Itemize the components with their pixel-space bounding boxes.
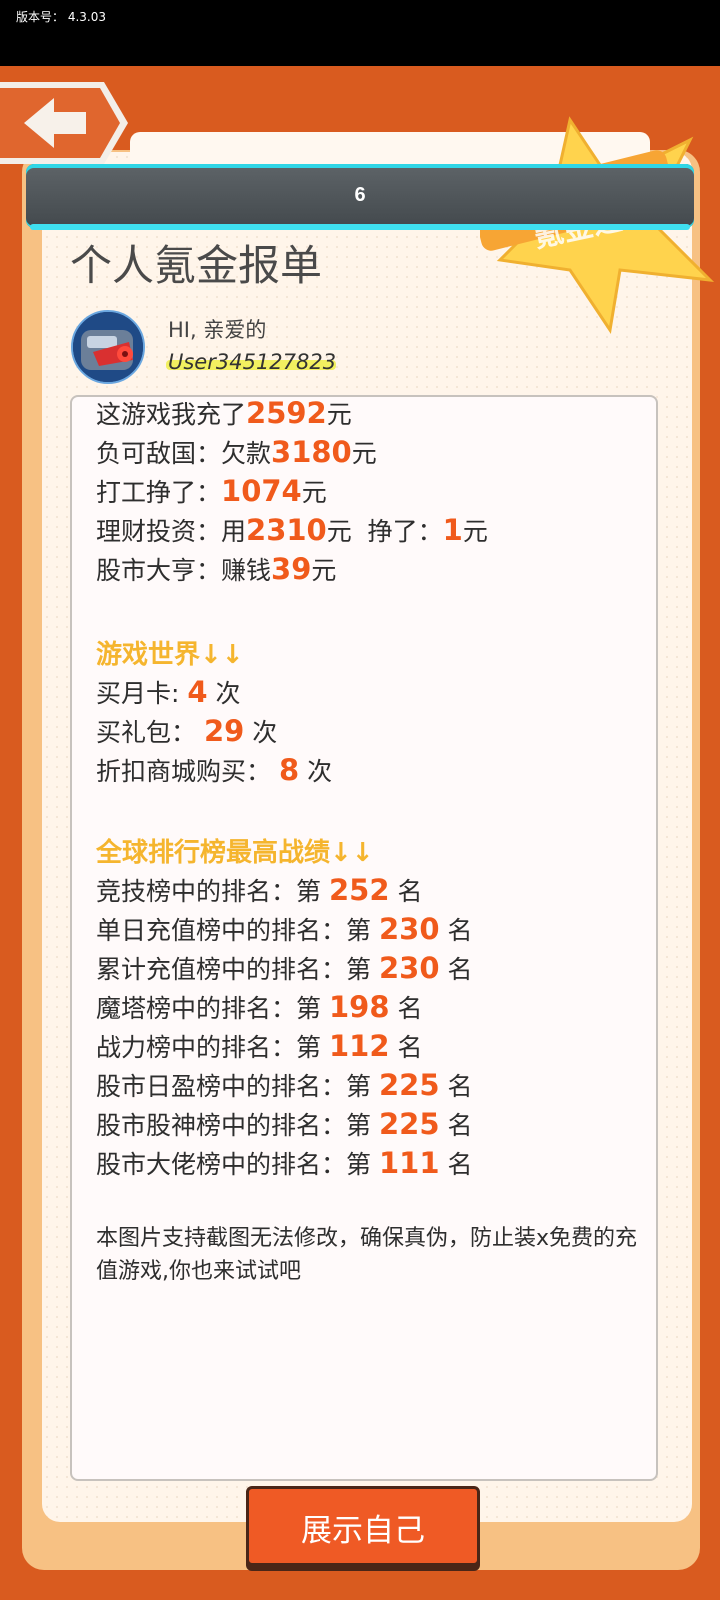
stock-label: 股市大亨：赚钱 — [96, 556, 272, 585]
monthly-card-value: 4 — [187, 675, 208, 709]
show-myself-label: 展示自己 — [301, 1513, 425, 1549]
stock-value: 39 — [271, 552, 312, 586]
debt-value: 3180 — [271, 435, 352, 469]
username: User345127823 — [168, 350, 337, 374]
ranking-unit: 名 — [447, 1150, 473, 1179]
arrow-left-icon — [0, 82, 128, 164]
ranking-value: 112 — [328, 1029, 390, 1063]
ranking-value: 252 — [328, 873, 390, 907]
header-number: 6 — [354, 184, 366, 206]
ranking-row: 累计充值榜中的排名：第 230 名 — [96, 950, 472, 986]
ranking-unit: 名 — [397, 877, 423, 906]
robot-avatar-icon — [73, 312, 143, 382]
work-line: 打工挣了：1074元 — [96, 473, 327, 509]
ranking-row: 股市股神榜中的排名：第 225 名 — [96, 1106, 472, 1142]
ranking-value: 225 — [378, 1107, 440, 1141]
ranking-unit: 名 — [447, 1072, 473, 1101]
work-unit: 元 — [301, 478, 327, 507]
recharge-line: 这游戏我充了2592元 — [96, 395, 352, 431]
work-value: 1074 — [221, 474, 302, 508]
ranking-unit: 名 — [447, 955, 473, 984]
gift-pack-line: 买礼包： 29 次 — [96, 713, 277, 749]
ranking-row: 股市大佬榜中的排名：第 111 名 — [96, 1145, 472, 1181]
version-label: 版本号： 4.3.03 — [16, 8, 106, 25]
gift-pack-value: 29 — [203, 714, 245, 748]
ranking-title: 全球排行榜最高战绩↓↓ — [96, 838, 374, 868]
ranking-unit: 名 — [397, 994, 423, 1023]
show-myself-button[interactable]: 展示自己 — [246, 1486, 480, 1566]
discount-shop-line: 折扣商城购买： 8 次 — [96, 752, 332, 788]
game-world-title: 游戏世界↓↓ — [96, 640, 244, 670]
monthly-card-unit: 次 — [215, 679, 241, 708]
ranking-unit: 名 — [447, 916, 473, 945]
ranking-value: 225 — [378, 1068, 440, 1102]
ranking-row: 股市日盈榜中的排名：第 225 名 — [96, 1067, 472, 1103]
debt-label: 负可敌国：欠款 — [96, 439, 272, 468]
discount-shop-label: 折扣商城购买： — [96, 757, 272, 786]
recharge-unit: 元 — [326, 400, 352, 429]
invest-profit-value: 1 — [442, 513, 463, 547]
ranking-value: 198 — [328, 990, 390, 1024]
ranking-label: 股市股神榜中的排名：第 — [96, 1111, 372, 1140]
discount-shop-value: 8 — [278, 753, 300, 787]
ranking-row: 竞技榜中的排名：第 252 名 — [96, 872, 422, 908]
ranking-label: 股市日盈榜中的排名：第 — [96, 1072, 372, 1101]
ranking-unit: 名 — [397, 1033, 423, 1062]
ranking-label: 股市大佬榜中的排名：第 — [96, 1150, 372, 1179]
debt-line: 负可敌国：欠款3180元 — [96, 434, 377, 470]
greeting-text: HI, 亲爱的 — [168, 318, 267, 342]
ranking-label: 魔塔榜中的排名：第 — [96, 994, 322, 1023]
monthly-card-label: 买月卡: — [96, 679, 180, 708]
ranking-row: 战力榜中的排名：第 112 名 — [96, 1028, 422, 1064]
stock-line: 股市大亨：赚钱39元 — [96, 551, 336, 587]
invest-value: 2310 — [246, 513, 327, 547]
ranking-label: 战力榜中的排名：第 — [96, 1033, 322, 1062]
ranking-label: 竞技榜中的排名：第 — [96, 877, 322, 906]
avatar[interactable] — [71, 310, 145, 384]
ranking-row: 单日充值榜中的排名：第 230 名 — [96, 911, 472, 947]
work-label: 打工挣了： — [96, 478, 222, 507]
footnote: 本图片支持截图无法修改，确保真伪，防止装x免费的充值游戏,你也来试试吧 — [96, 1226, 638, 1284]
gift-pack-unit: 次 — [252, 718, 278, 747]
recharge-label: 这游戏我充了 — [96, 400, 247, 429]
ranking-row: 魔塔榜中的排名：第 198 名 — [96, 989, 422, 1025]
debt-unit: 元 — [351, 439, 377, 468]
version-value: 4.3.03 — [67, 10, 107, 24]
invest-mid-label: 元 挣了： — [326, 517, 443, 546]
version-label-text: 版本号： — [16, 10, 65, 24]
gift-pack-label: 买礼包： — [96, 718, 197, 747]
back-button[interactable] — [0, 80, 132, 166]
invest-label: 理财投资：用 — [96, 517, 247, 546]
recharge-value: 2592 — [246, 396, 327, 430]
monthly-card-line: 买月卡: 4 次 — [96, 674, 241, 710]
invest-line: 理财投资：用2310元 挣了：1元 — [96, 512, 488, 548]
ranking-label: 累计充值榜中的排名：第 — [96, 955, 372, 984]
ranking-value: 230 — [378, 951, 440, 985]
page-title: 个人氪金报单 — [70, 241, 323, 290]
ranking-label: 单日充值榜中的排名：第 — [96, 916, 372, 945]
ranking-unit: 名 — [447, 1111, 473, 1140]
invest-unit: 元 — [462, 517, 488, 546]
stock-unit: 元 — [311, 556, 337, 585]
ranking-value: 230 — [378, 912, 440, 946]
discount-shop-unit: 次 — [307, 757, 333, 786]
ranking-value: 111 — [378, 1146, 440, 1180]
header-accent-line — [30, 224, 690, 230]
status-bar: 版本号： 4.3.03 — [0, 0, 720, 66]
